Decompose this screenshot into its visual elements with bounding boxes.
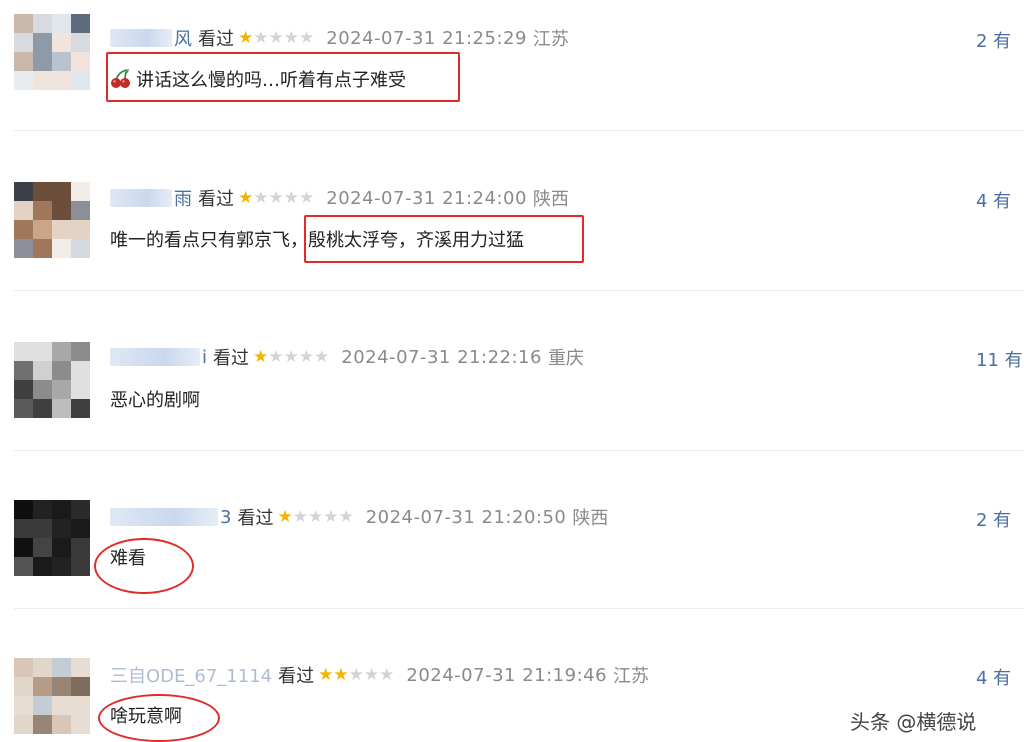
avatar[interactable] bbox=[14, 182, 90, 258]
divider bbox=[14, 608, 1024, 609]
review-content: 恶心的剧啊 bbox=[110, 386, 200, 412]
star-filled-icon: ★ bbox=[277, 506, 293, 527]
star-empty-icon: ★ bbox=[268, 187, 284, 208]
review-location: 陕西 bbox=[532, 189, 569, 210]
star-empty-icon: ★ bbox=[298, 346, 315, 367]
useful-count[interactable]: 4 有 bbox=[976, 664, 1011, 690]
divider bbox=[14, 290, 1024, 291]
review-item: 风 看过 ★ ★ ★ ★ ★ 2024-07-31 21:25:29 江苏 2 有 讲话… bbox=[0, 0, 1024, 160]
review-location: 陕西 bbox=[572, 508, 609, 529]
highlight-oval bbox=[94, 538, 194, 594]
review-time: 2024-07-31 21:19:46 bbox=[406, 664, 608, 686]
review-meta: 3 看过 ★ ★ ★ ★ ★ 2024-07-31 21:20:50 陕西 bbox=[110, 504, 608, 530]
rating-stars: ★ ★ ★ ★ ★ bbox=[238, 27, 315, 48]
star-empty-icon: ★ bbox=[323, 506, 339, 527]
review-meta: 风 看过 ★ ★ ★ ★ ★ 2024-07-31 21:25:29 江苏 bbox=[110, 25, 569, 51]
username[interactable]: 3 bbox=[220, 507, 231, 528]
username-blurred[interactable] bbox=[110, 348, 200, 366]
star-empty-icon: ★ bbox=[283, 27, 299, 48]
watched-label: 看过 bbox=[198, 29, 234, 50]
review-location: 重庆 bbox=[547, 348, 584, 369]
watermark: 头条 @横德说 bbox=[850, 710, 977, 734]
username-blurred[interactable] bbox=[110, 508, 218, 526]
useful-count[interactable]: 2 有 bbox=[976, 506, 1011, 532]
star-filled-icon: ★ bbox=[238, 27, 254, 48]
star-empty-icon: ★ bbox=[379, 664, 395, 685]
comment-text: 唯一的看点只有郭京飞， bbox=[110, 230, 308, 251]
review-time: 2024-07-31 21:20:50 bbox=[365, 506, 567, 528]
star-empty-icon: ★ bbox=[348, 664, 364, 685]
avatar[interactable] bbox=[14, 14, 90, 90]
star-empty-icon: ★ bbox=[253, 187, 269, 208]
avatar[interactable] bbox=[14, 500, 90, 576]
username[interactable]: 风 bbox=[174, 25, 192, 51]
useful-count[interactable]: 2 有 bbox=[976, 27, 1011, 53]
highlight-box bbox=[304, 215, 584, 263]
star-empty-icon: ★ bbox=[283, 187, 299, 208]
avatar[interactable] bbox=[14, 342, 90, 418]
username[interactable]: i bbox=[202, 347, 207, 368]
star-filled-icon: ★ bbox=[238, 187, 254, 208]
review-meta: 三自ODE_67_1114 看过 ★ ★ ★ ★ ★ 2024-07-31 21:19:… bbox=[110, 662, 649, 688]
rating-stars: ★ ★ ★ ★ ★ bbox=[253, 346, 330, 367]
star-empty-icon: ★ bbox=[299, 187, 315, 208]
star-empty-icon: ★ bbox=[307, 506, 324, 527]
username-blurred[interactable] bbox=[110, 29, 172, 47]
review-time: 2024-07-31 21:24:00 bbox=[326, 187, 527, 209]
star-empty-icon: ★ bbox=[338, 506, 354, 527]
star-empty-icon: ★ bbox=[299, 27, 315, 48]
review-item: i 看过 ★ ★ ★ ★ ★ 2024-07-31 21:22:16 重庆 11 有 恶… bbox=[0, 320, 1024, 480]
star-empty-icon: ★ bbox=[314, 346, 330, 367]
username[interactable]: 雨 bbox=[174, 185, 192, 211]
review-item: 3 看过 ★ ★ ★ ★ ★ 2024-07-31 21:20:50 陕西 2 有 难看 bbox=[0, 480, 1024, 640]
star-filled-icon: ★ bbox=[253, 346, 269, 367]
star-empty-icon: ★ bbox=[363, 664, 380, 685]
review-location: 江苏 bbox=[532, 29, 569, 50]
review-location: 江苏 bbox=[613, 666, 650, 687]
review-meta: 雨 看过 ★ ★ ★ ★ ★ 2024-07-31 21:24:00 陕西 bbox=[110, 185, 569, 211]
watched-label: 看过 bbox=[237, 508, 274, 529]
username-blurred[interactable] bbox=[110, 189, 172, 207]
star-filled-icon: ★ bbox=[333, 664, 349, 685]
comment-text: 恶心的剧啊 bbox=[110, 390, 200, 411]
highlight-box bbox=[106, 52, 460, 102]
username[interactable]: 三自ODE_67_1114 bbox=[110, 662, 272, 688]
star-empty-icon: ★ bbox=[292, 506, 308, 527]
review-meta: i 看过 ★ ★ ★ ★ ★ 2024-07-31 21:22:16 重庆 bbox=[110, 344, 584, 370]
watched-label: 看过 bbox=[278, 666, 315, 687]
rating-stars: ★ ★ ★ ★ ★ bbox=[277, 506, 354, 527]
star-empty-icon: ★ bbox=[253, 27, 269, 48]
star-filled-icon: ★ bbox=[318, 664, 334, 685]
highlight-oval bbox=[98, 694, 220, 742]
watched-label: 看过 bbox=[213, 348, 250, 369]
review-time: 2024-07-31 21:22:16 bbox=[341, 346, 542, 368]
rating-stars: ★ ★ ★ ★ ★ bbox=[238, 187, 315, 208]
useful-count[interactable]: 4 有 bbox=[976, 187, 1011, 213]
avatar[interactable] bbox=[14, 658, 90, 734]
star-empty-icon: ★ bbox=[268, 346, 284, 367]
review-item: 雨 看过 ★ ★ ★ ★ ★ 2024-07-31 21:24:00 陕西 4 有 唯一… bbox=[0, 160, 1024, 320]
useful-count[interactable]: 11 有 bbox=[976, 346, 1023, 372]
rating-stars: ★ ★ ★ ★ ★ bbox=[318, 664, 395, 685]
star-empty-icon: ★ bbox=[268, 27, 284, 48]
watched-label: 看过 bbox=[198, 189, 234, 210]
divider bbox=[14, 130, 1024, 131]
divider bbox=[14, 450, 1024, 451]
star-empty-icon: ★ bbox=[283, 346, 299, 367]
review-time: 2024-07-31 21:25:29 bbox=[326, 27, 527, 49]
